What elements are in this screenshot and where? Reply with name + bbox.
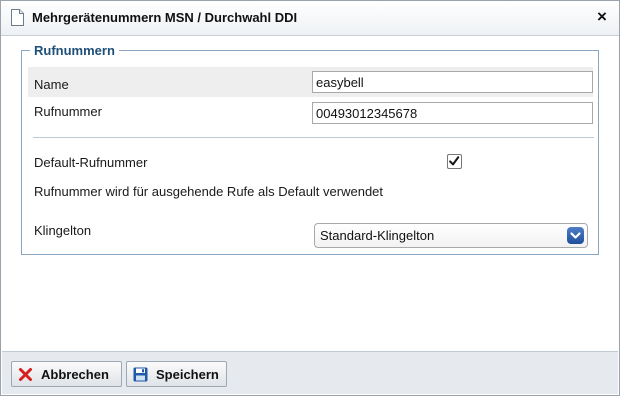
cancel-button-label: Abbrechen	[41, 367, 109, 382]
rufnummer-input[interactable]	[312, 102, 593, 124]
dialog-title: Mehrgerätenummern MSN / Durchwahl DDI	[32, 10, 298, 25]
red-x-icon	[19, 368, 32, 381]
default-rufnummer-checkbox[interactable]	[447, 154, 462, 169]
checkmark-icon	[449, 156, 460, 166]
dialog-titlebar: Mehrgerätenummern MSN / Durchwahl DDI ×	[1, 1, 619, 36]
name-input[interactable]	[312, 71, 593, 93]
select-arrow-button[interactable]	[567, 227, 584, 244]
save-button[interactable]: Speichern	[126, 361, 227, 387]
rufnummer-label: Rufnummer	[34, 104, 102, 119]
klingelton-selected-value: Standard-Klingelton	[320, 228, 435, 243]
close-icon[interactable]: ×	[597, 7, 607, 26]
chevron-down-icon	[570, 232, 581, 239]
close-button[interactable]: ×	[593, 8, 611, 26]
group-legend: Rufnummern	[34, 43, 115, 58]
dialog-window: Mehrgerätenummern MSN / Durchwahl DDI × …	[0, 0, 620, 396]
save-button-label: Speichern	[156, 367, 219, 382]
dialog-footer: Abbrechen Speichern	[2, 351, 618, 394]
default-hint-text: Rufnummer wird für ausgehende Rufe als D…	[34, 184, 384, 199]
cancel-button[interactable]: Abbrechen	[11, 361, 122, 387]
default-rufnummer-label: Default-Rufnummer	[34, 155, 148, 170]
group-divider	[33, 137, 594, 138]
klingelton-select[interactable]: Standard-Klingelton	[314, 223, 588, 248]
name-label: Name	[34, 77, 69, 92]
floppy-disk-icon	[133, 367, 148, 382]
document-icon	[11, 9, 24, 26]
klingelton-label: Klingelton	[34, 223, 92, 238]
